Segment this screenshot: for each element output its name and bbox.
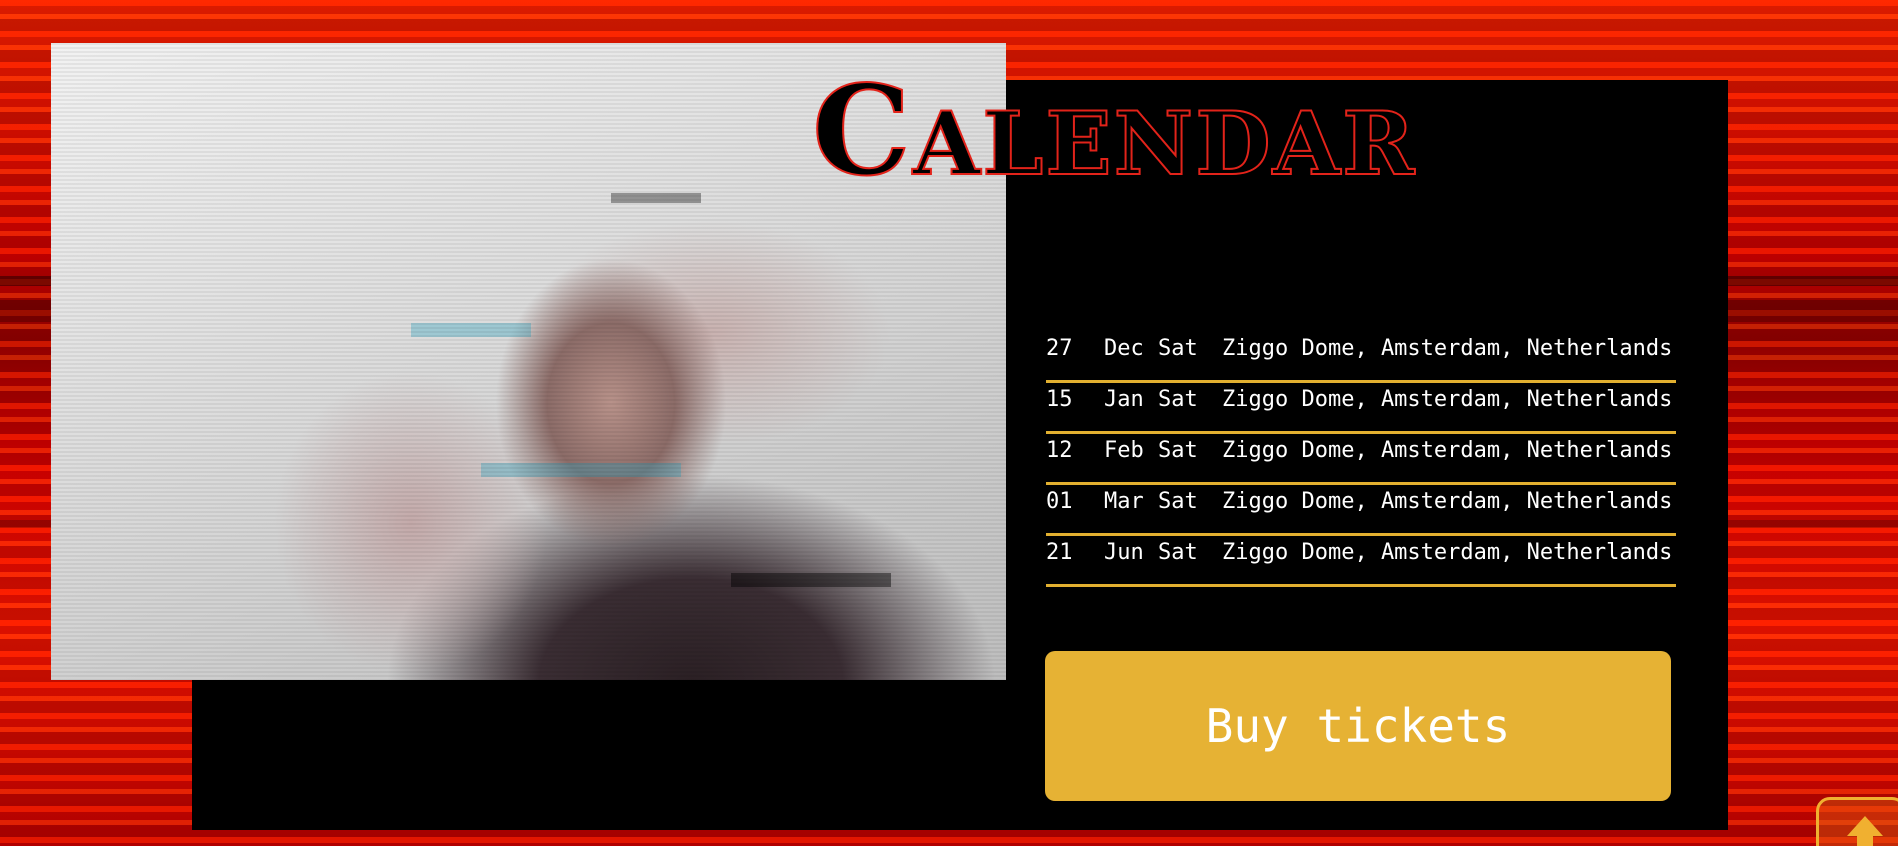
event-day: 27 <box>1046 336 1073 361</box>
event-venue: Ziggo Dome, Amsterdam, Netherlands <box>1222 438 1673 463</box>
glitch-artifact <box>611 193 701 203</box>
event-venue: Ziggo Dome, Amsterdam, Netherlands <box>1222 489 1673 514</box>
event-day: 15 <box>1046 387 1073 412</box>
event-weekday: Sat <box>1158 438 1198 463</box>
event-venue: Ziggo Dome, Amsterdam, Netherlands <box>1222 540 1673 565</box>
page-title: Calendar <box>811 59 1417 204</box>
buy-tickets-button[interactable]: Buy tickets <box>1045 651 1671 801</box>
arrow-up-icon <box>1847 816 1883 846</box>
event-month: Feb <box>1104 438 1144 463</box>
event-month: Dec <box>1104 336 1144 361</box>
event-row[interactable]: 15 Jan Sat Ziggo Dome, Amsterdam, Nether… <box>1046 387 1676 434</box>
glitch-artifact <box>481 463 681 477</box>
event-weekday: Sat <box>1158 387 1198 412</box>
event-weekday: Sat <box>1158 540 1198 565</box>
event-row[interactable]: 21 Jun Sat Ziggo Dome, Amsterdam, Nether… <box>1046 540 1676 587</box>
scroll-to-top-button[interactable] <box>1816 797 1898 846</box>
event-month: Jan <box>1104 387 1144 412</box>
event-list: 27 Dec Sat Ziggo Dome, Amsterdam, Nether… <box>1046 336 1676 591</box>
event-day: 21 <box>1046 540 1073 565</box>
event-weekday: Sat <box>1158 336 1198 361</box>
glitch-artifact <box>731 573 891 587</box>
event-row[interactable]: 12 Feb Sat Ziggo Dome, Amsterdam, Nether… <box>1046 438 1676 485</box>
event-weekday: Sat <box>1158 489 1198 514</box>
event-row[interactable]: 27 Dec Sat Ziggo Dome, Amsterdam, Nether… <box>1046 336 1676 383</box>
event-venue: Ziggo Dome, Amsterdam, Netherlands <box>1222 387 1673 412</box>
glitch-artifact <box>411 323 531 337</box>
event-row[interactable]: 01 Mar Sat Ziggo Dome, Amsterdam, Nether… <box>1046 489 1676 536</box>
event-month: Jun <box>1104 540 1144 565</box>
event-day: 12 <box>1046 438 1073 463</box>
event-month: Mar <box>1104 489 1144 514</box>
event-venue: Ziggo Dome, Amsterdam, Netherlands <box>1222 336 1673 361</box>
event-day: 01 <box>1046 489 1073 514</box>
